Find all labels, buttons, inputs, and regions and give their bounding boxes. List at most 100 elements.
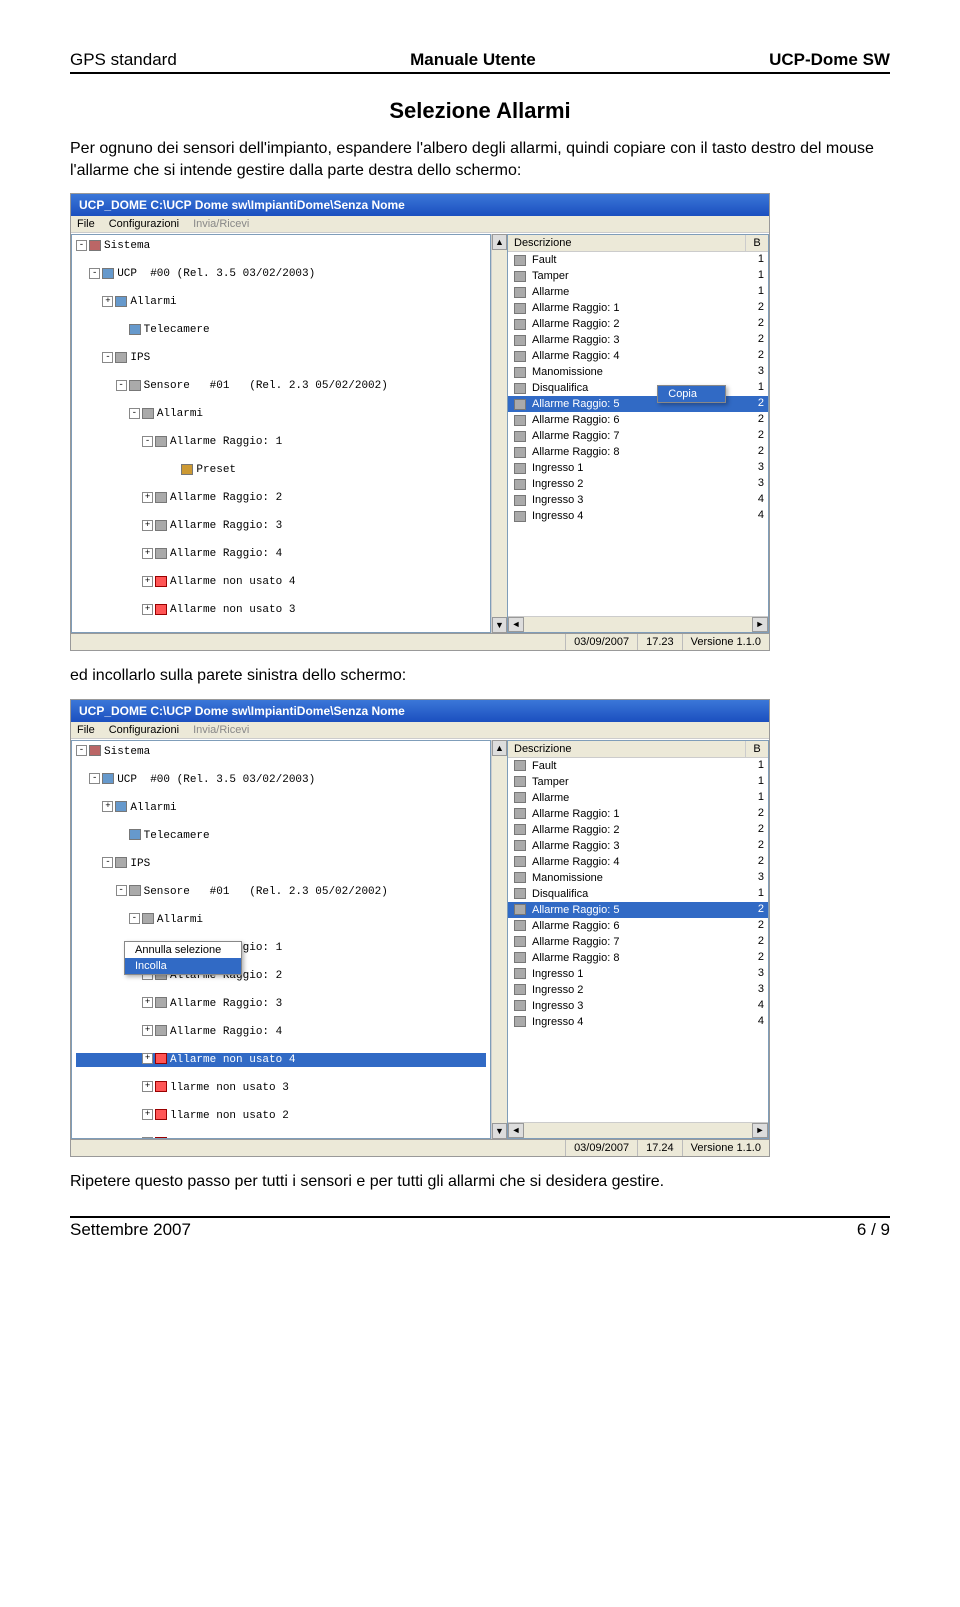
tree-expand-icon[interactable]: + bbox=[142, 576, 153, 587]
list-row[interactable]: Ingresso 34 bbox=[508, 492, 768, 508]
tree-item[interactable]: Preset bbox=[76, 463, 486, 477]
ctx-item-annulla[interactable]: Annulla selezione bbox=[125, 942, 241, 958]
list-row[interactable]: Allarme Raggio: 42 bbox=[508, 348, 768, 364]
list-row[interactable]: Allarme Raggio: 12 bbox=[508, 300, 768, 316]
tree-expand-icon[interactable]: - bbox=[102, 857, 113, 868]
col-descrizione[interactable]: Descrizione bbox=[508, 235, 746, 251]
tree-expand-icon[interactable]: + bbox=[142, 1137, 153, 1138]
list-row[interactable]: Allarme1 bbox=[508, 284, 768, 300]
list-row[interactable]: Disqualifica1 bbox=[508, 380, 768, 396]
list-row[interactable]: Allarme Raggio: 62 bbox=[508, 412, 768, 428]
list-row[interactable]: Manomissione3 bbox=[508, 364, 768, 380]
tree-expand-icon[interactable]: + bbox=[142, 997, 153, 1008]
list-pane[interactable]: Descrizione B Fault1Tamper1Allarme1Allar… bbox=[507, 234, 769, 633]
tree-expand-icon[interactable]: - bbox=[116, 885, 127, 896]
tree-item[interactable]: -Allarmi bbox=[76, 913, 486, 927]
tree-item[interactable]: +llarme non usato 2 bbox=[76, 1109, 486, 1123]
tree-expand-icon[interactable]: + bbox=[102, 801, 113, 812]
tree-expand-icon[interactable]: - bbox=[89, 773, 100, 784]
list-row[interactable]: Allarme Raggio: 42 bbox=[508, 854, 768, 870]
scroll-right-icon[interactable]: ► bbox=[752, 617, 768, 632]
list-row[interactable]: Tamper1 bbox=[508, 268, 768, 284]
list-row[interactable]: Allarme Raggio: 52 bbox=[508, 396, 768, 412]
tree-expand-icon[interactable]: - bbox=[102, 352, 113, 363]
list-row[interactable]: Tamper1 bbox=[508, 774, 768, 790]
ctx-item-incolla[interactable]: Incolla bbox=[125, 958, 241, 974]
menu-config[interactable]: Configurazioni bbox=[109, 724, 179, 736]
context-menu-paste[interactable]: Annulla selezione Incolla bbox=[124, 941, 242, 975]
tree-item[interactable]: +Allarme Raggio: 2 bbox=[76, 491, 486, 505]
tree-item[interactable]: +Allarme non usato 1 bbox=[76, 1137, 486, 1139]
list-pane[interactable]: Descrizione B Fault1Tamper1Allarme1Allar… bbox=[507, 740, 769, 1139]
tree-item[interactable]: -Sensore #01 (Rel. 2.3 05/02/2002) bbox=[76, 379, 486, 393]
tree-expand-icon[interactable]: - bbox=[129, 913, 140, 924]
list-row[interactable]: Allarme Raggio: 32 bbox=[508, 332, 768, 348]
tree-item[interactable]: +Allarme non usato 4 bbox=[76, 575, 486, 589]
list-row[interactable]: Allarme Raggio: 72 bbox=[508, 428, 768, 444]
tree-expand-icon[interactable]: + bbox=[102, 296, 113, 307]
list-row[interactable]: Ingresso 13 bbox=[508, 460, 768, 476]
list-row[interactable]: Allarme Raggio: 12 bbox=[508, 806, 768, 822]
tree-item[interactable]: +Allarmi bbox=[76, 801, 486, 815]
ctx-item-copia[interactable]: Copia bbox=[658, 386, 725, 402]
list-row[interactable]: Allarme Raggio: 52 bbox=[508, 902, 768, 918]
col-b[interactable]: B bbox=[746, 235, 768, 251]
tree-scrollbar[interactable]: ▲ ▼ bbox=[491, 740, 507, 1139]
scroll-up-icon[interactable]: ▲ bbox=[492, 740, 507, 756]
tree-item[interactable]: +Allarme Raggio: 3 bbox=[76, 997, 486, 1011]
tree-expand-icon[interactable]: + bbox=[142, 1109, 153, 1120]
list-row[interactable]: Allarme Raggio: 82 bbox=[508, 950, 768, 966]
menu-config[interactable]: Configurazioni bbox=[109, 218, 179, 230]
tree-item[interactable]: -Allarmi bbox=[76, 407, 486, 421]
tree-item[interactable]: +Allarme non usato 3 bbox=[76, 603, 486, 617]
tree-expand-icon[interactable]: - bbox=[142, 436, 153, 447]
tree-expand-icon[interactable]: - bbox=[76, 240, 87, 251]
context-menu-copy[interactable]: Copia bbox=[657, 385, 726, 403]
list-row[interactable]: Ingresso 23 bbox=[508, 476, 768, 492]
list-row[interactable]: Manomissione3 bbox=[508, 870, 768, 886]
scroll-left-icon[interactable]: ◄ bbox=[508, 617, 524, 632]
tree-expand-icon[interactable]: + bbox=[142, 520, 153, 531]
tree-expand-icon[interactable]: - bbox=[116, 380, 127, 391]
menu-file[interactable]: File bbox=[77, 724, 95, 736]
tree-expand-icon[interactable]: - bbox=[76, 745, 87, 756]
list-row[interactable]: Allarme1 bbox=[508, 790, 768, 806]
tree-item[interactable]: +Allarme Raggio: 3 bbox=[76, 519, 486, 533]
scroll-down-icon[interactable]: ▼ bbox=[492, 1123, 507, 1139]
list-row[interactable]: Allarme Raggio: 22 bbox=[508, 316, 768, 332]
list-row[interactable]: Disqualifica1 bbox=[508, 886, 768, 902]
tree-expand-icon[interactable]: + bbox=[142, 492, 153, 503]
list-hscroll[interactable]: ◄ ► bbox=[508, 1122, 768, 1138]
tree-scrollbar[interactable]: ▲ ▼ bbox=[491, 234, 507, 633]
tree-item[interactable]: +Allarmi bbox=[76, 295, 486, 309]
tree-item[interactable]: -IPS bbox=[76, 351, 486, 365]
tree-expand-icon[interactable]: + bbox=[142, 604, 153, 615]
col-descrizione[interactable]: Descrizione bbox=[508, 741, 746, 757]
scroll-left-icon[interactable]: ◄ bbox=[508, 1123, 524, 1138]
tree-expand-icon[interactable]: + bbox=[142, 1081, 153, 1092]
list-row[interactable]: Allarme Raggio: 72 bbox=[508, 934, 768, 950]
tree-pane[interactable]: -Sistema -UCP #00 (Rel. 3.5 03/02/2003) … bbox=[71, 234, 491, 633]
tree-item[interactable]: +Allarme non usato 2 bbox=[76, 631, 486, 633]
list-hscroll[interactable]: ◄ ► bbox=[508, 616, 768, 632]
scroll-up-icon[interactable]: ▲ bbox=[492, 234, 507, 250]
list-row[interactable]: Allarme Raggio: 22 bbox=[508, 822, 768, 838]
list-row[interactable]: Ingresso 34 bbox=[508, 998, 768, 1014]
tree-item[interactable]: Telecamere bbox=[76, 323, 486, 337]
tree-item[interactable]: +Allarme non usato 4 bbox=[76, 1053, 486, 1067]
tree-item[interactable]: Telecamere bbox=[76, 829, 486, 843]
tree-item[interactable]: +Allarme Raggio: 4 bbox=[76, 1025, 486, 1039]
tree-item[interactable]: -Allarme Raggio: 1 bbox=[76, 435, 486, 449]
menu-invia[interactable]: Invia/Ricevi bbox=[193, 724, 249, 736]
tree-expand-icon[interactable]: + bbox=[142, 1025, 153, 1036]
tree-item[interactable]: -Sistema bbox=[76, 239, 486, 253]
tree-item[interactable]: -UCP #00 (Rel. 3.5 03/02/2003) bbox=[76, 773, 486, 787]
tree-expand-icon[interactable]: + bbox=[142, 548, 153, 559]
list-row[interactable]: Allarme Raggio: 82 bbox=[508, 444, 768, 460]
list-row[interactable]: Allarme Raggio: 32 bbox=[508, 838, 768, 854]
tree-expand-icon[interactable]: + bbox=[142, 1053, 153, 1064]
tree-item[interactable]: -UCP #00 (Rel. 3.5 03/02/2003) bbox=[76, 267, 486, 281]
list-row[interactable]: Ingresso 13 bbox=[508, 966, 768, 982]
menu-invia[interactable]: Invia/Ricevi bbox=[193, 218, 249, 230]
tree-item[interactable]: +llarme non usato 3 bbox=[76, 1081, 486, 1095]
